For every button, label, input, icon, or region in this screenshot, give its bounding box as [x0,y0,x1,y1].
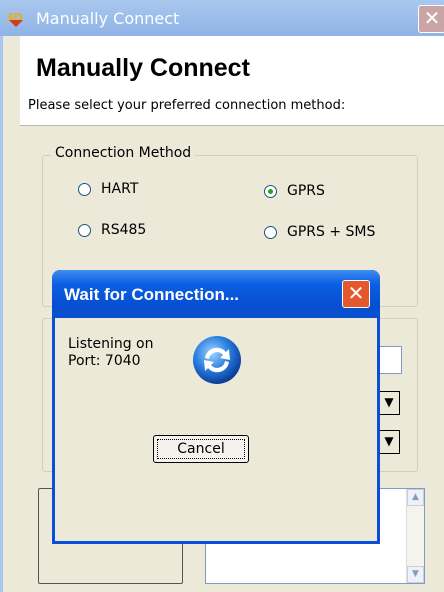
radio-circle [78,182,91,196]
window-close-button[interactable]: ✕ [418,5,444,33]
wait-for-connection-dialog: Wait for Connection... ✕ Listening on Po… [52,270,380,544]
settings-dropdown-1[interactable]: ▼ [378,391,400,415]
page-title: Manually Connect [36,54,250,82]
dialog-title: Wait for Connection... [64,285,240,304]
connection-method-legend: Connection Method [51,145,196,161]
radio-rs485[interactable]: RS485 [78,222,146,238]
radio-gprs-sms[interactable]: GPRS + SMS [264,224,375,240]
cancel-button[interactable]: Cancel [153,435,249,463]
dialog-body: Listening on Port: 7040 Cancel [55,318,377,541]
scroll-up-icon[interactable]: ▲ [407,489,424,506]
radio-label: GPRS [287,183,325,199]
radio-circle [264,184,277,198]
listening-message: Listening on Port: 7040 [68,336,154,369]
sync-icon [193,336,241,384]
radio-circle [78,223,91,237]
scroll-down-icon[interactable]: ▼ [407,566,424,583]
radio-gprs[interactable]: GPRS [264,183,325,199]
radio-circle [264,225,277,239]
radio-hart[interactable]: HART [78,181,138,197]
dialog-close-button[interactable]: ✕ [342,280,370,308]
radio-label: HART [101,181,139,197]
app-logo-icon: 3D [6,11,23,27]
header-panel: Manually Connect Please select your pref… [20,36,444,126]
settings-dropdown-2[interactable]: ▼ [378,430,400,454]
window-left-border [0,36,20,592]
dialog-titlebar: Wait for Connection... ✕ [52,270,380,318]
log-scrollbar[interactable]: ▲ ▼ [406,489,424,583]
radio-label: RS485 [101,222,147,238]
window-titlebar: 3D Manually Connect ✕ [0,0,444,36]
radio-label: GPRS + SMS [287,224,376,240]
window-title: Manually Connect [36,9,180,28]
page-subtitle: Please select your preferred connection … [28,98,346,113]
